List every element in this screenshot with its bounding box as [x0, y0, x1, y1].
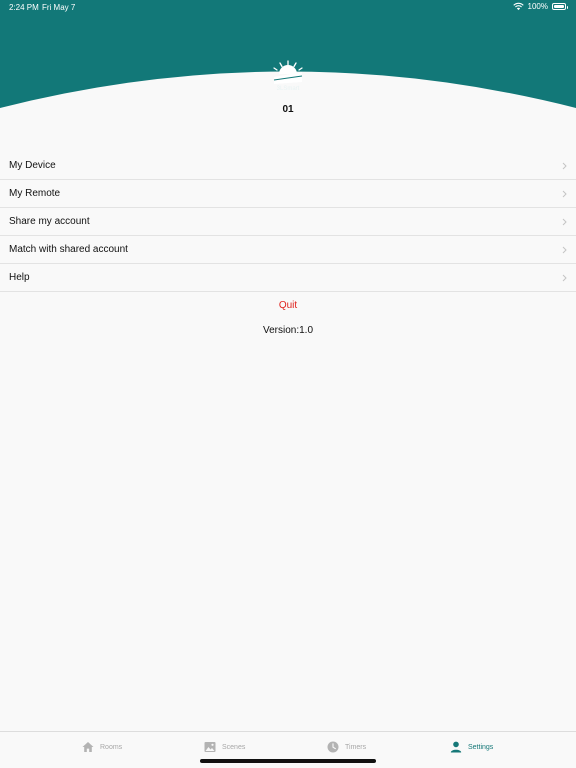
menu-item-my-remote[interactable]: My Remote [0, 180, 576, 208]
wifi-icon [512, 2, 524, 11]
tab-scenes[interactable]: Scenes [204, 739, 245, 755]
tab-timers[interactable]: Timers [327, 739, 366, 755]
logo-text: 3LSmart [276, 86, 300, 92]
tab-label: Scenes [222, 743, 246, 751]
battery-icon [552, 3, 568, 10]
person-icon [450, 741, 462, 753]
quit-button[interactable]: Quit [0, 300, 576, 311]
tab-settings[interactable]: Settings [450, 739, 493, 755]
chevron-right-icon [562, 218, 567, 226]
battery-percent: 100% [527, 2, 548, 11]
menu-item-label: Help [9, 272, 30, 283]
status-indicators: 100% [512, 2, 568, 11]
tab-label: Settings [468, 743, 494, 751]
sunrise-logo-icon [273, 60, 303, 84]
tab-rooms[interactable]: Rooms [82, 739, 122, 755]
menu-item-label: Match with shared account [9, 244, 128, 255]
username: 01 [282, 104, 294, 115]
chevron-right-icon [562, 190, 567, 198]
chevron-right-icon [562, 162, 567, 170]
menu-item-label: My Device [9, 160, 56, 171]
home-indicator [200, 759, 376, 763]
settings-menu: My Device My Remote Share my account Mat… [0, 152, 576, 292]
chevron-right-icon [562, 246, 567, 254]
menu-item-label: Share my account [9, 216, 90, 227]
home-icon [82, 742, 94, 752]
version-label: Version:1.0 [262, 325, 314, 336]
menu-item-label: My Remote [9, 188, 61, 199]
tab-label: Rooms [100, 743, 123, 751]
chevron-right-icon [562, 274, 567, 282]
menu-item-help[interactable]: Help [0, 264, 576, 292]
status-time: 2:24 PM [9, 3, 39, 12]
menu-item-match-shared-account[interactable]: Match with shared account [0, 236, 576, 264]
menu-item-share-account[interactable]: Share my account [0, 208, 576, 236]
tab-label: Timers [345, 743, 367, 751]
status-date: Fri May 7 [42, 3, 76, 12]
image-icon [204, 742, 216, 752]
clock-icon [327, 741, 339, 753]
menu-item-my-device[interactable]: My Device [0, 152, 576, 180]
status-bar: 2:24 PM Fri May 7 100% [0, 0, 576, 16]
app-logo: 3LSmart [265, 59, 311, 99]
